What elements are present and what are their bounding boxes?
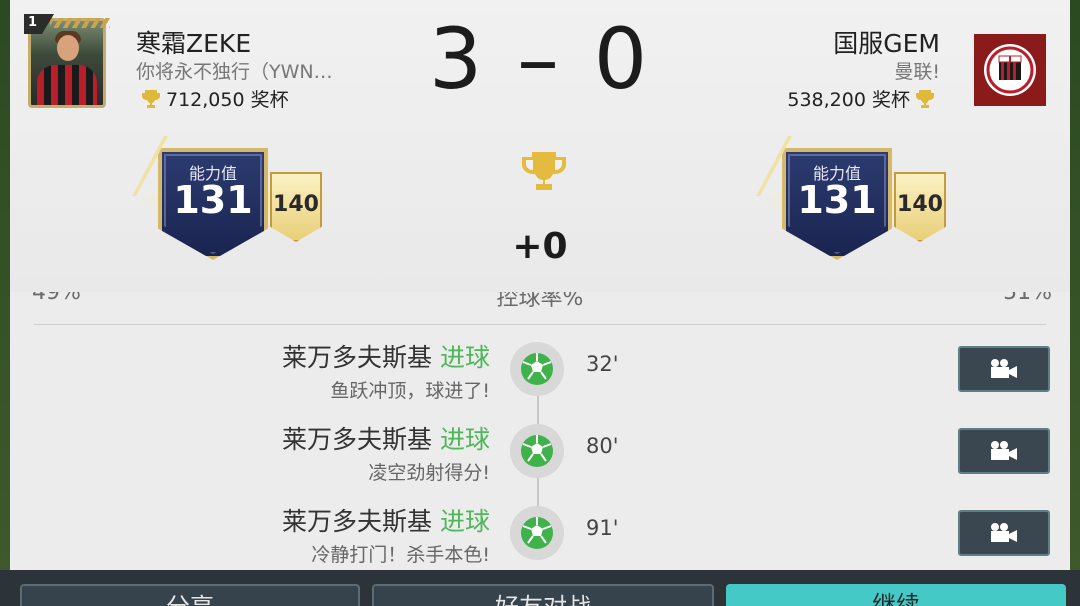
video-camera-icon bbox=[991, 441, 1017, 460]
event-desc: 鱼跃冲顶，球进了! bbox=[330, 380, 490, 402]
football-icon bbox=[510, 342, 564, 396]
replay-video-button[interactable] bbox=[958, 428, 1050, 474]
football-icon bbox=[510, 506, 564, 560]
trophy-icon bbox=[522, 152, 566, 190]
away-name: 国服GEM bbox=[833, 29, 940, 58]
away-possession: 51% bbox=[1003, 292, 1052, 305]
goal-event: 莱万多夫斯基 进球 凌空劲射得分! 80' bbox=[10, 414, 1070, 484]
avatar-frame-stripes bbox=[50, 18, 110, 28]
event-text: 莱万多夫斯基 进球 凌空劲射得分! bbox=[282, 420, 490, 485]
away-info: 国服GEM 曼联! 538,200 奖杯 bbox=[680, 24, 940, 112]
pitch-edge-left bbox=[0, 0, 10, 606]
event-player: 莱万多夫斯基 bbox=[282, 343, 433, 372]
rating-value: 131 bbox=[173, 178, 253, 222]
friend-match-button[interactable]: 好友对战 bbox=[372, 584, 714, 606]
pitch-edge-right bbox=[1070, 0, 1080, 606]
away-rating: 能力值 131 140 bbox=[756, 136, 960, 266]
event-minute: 80' bbox=[586, 434, 619, 458]
match-header: 1 寒霜ZEKE 你将永不独行（YWN… 712,050 奖杯 3 – 0 国服… bbox=[10, 0, 1070, 292]
football-icon bbox=[510, 424, 564, 478]
continue-button[interactable]: 继续 bbox=[726, 584, 1066, 606]
replay-video-button[interactable] bbox=[958, 510, 1050, 556]
possession-label: 控球率% bbox=[496, 292, 584, 311]
event-text: 莱万多夫斯基 进球 鱼跃冲顶，球进了! bbox=[282, 338, 490, 403]
video-camera-icon bbox=[991, 523, 1017, 542]
event-desc: 冷静打门！杀手本色! bbox=[311, 544, 490, 566]
event-type: 进球 bbox=[439, 343, 490, 372]
trophy-icon bbox=[916, 89, 934, 108]
replay-video-button[interactable] bbox=[958, 346, 1050, 392]
event-minute: 32' bbox=[586, 352, 619, 376]
event-player: 莱万多夫斯基 bbox=[282, 507, 433, 536]
away-trophy-row: 538,200 奖杯 bbox=[680, 85, 940, 112]
event-player: 莱万多夫斯基 bbox=[282, 425, 433, 454]
rating-value: 131 bbox=[797, 178, 877, 222]
goal-event: 莱万多夫斯基 进球 冷静打门！杀手本色! 91' bbox=[10, 496, 1070, 566]
away-motto: 曼联! bbox=[894, 61, 940, 83]
club-crest-icon bbox=[984, 44, 1036, 96]
event-text: 莱万多夫斯基 进球 冷静打门！杀手本色! bbox=[282, 502, 490, 567]
possession-row: 49% 控球率% 51% bbox=[10, 292, 1070, 312]
share-button[interactable]: 分享 bbox=[20, 584, 360, 606]
away-trophies: 538,200 奖杯 bbox=[787, 89, 910, 111]
match-events-panel[interactable]: 49% 控球率% 51% 莱万多夫斯基 进球 鱼跃冲顶，球进了! 32' 莱万多… bbox=[10, 292, 1070, 570]
bottom-action-bar: 分享 好友对战 继续 bbox=[0, 570, 1080, 606]
video-camera-icon bbox=[991, 359, 1017, 378]
event-desc: 凌空劲射得分! bbox=[368, 462, 490, 484]
goal-event: 莱万多夫斯基 进球 鱼跃冲顶，球进了! 32' bbox=[10, 332, 1070, 402]
event-title: 莱万多夫斯基 进球 bbox=[282, 502, 490, 538]
divider bbox=[34, 324, 1046, 325]
away-club-logo[interactable] bbox=[974, 34, 1046, 106]
team-rating-badge: 140 bbox=[894, 172, 946, 242]
event-title: 莱万多夫斯基 进球 bbox=[282, 338, 490, 374]
event-title: 莱万多夫斯基 进球 bbox=[282, 420, 490, 456]
event-type: 进球 bbox=[439, 507, 490, 536]
event-type: 进球 bbox=[439, 425, 490, 454]
event-minute: 91' bbox=[586, 516, 619, 540]
